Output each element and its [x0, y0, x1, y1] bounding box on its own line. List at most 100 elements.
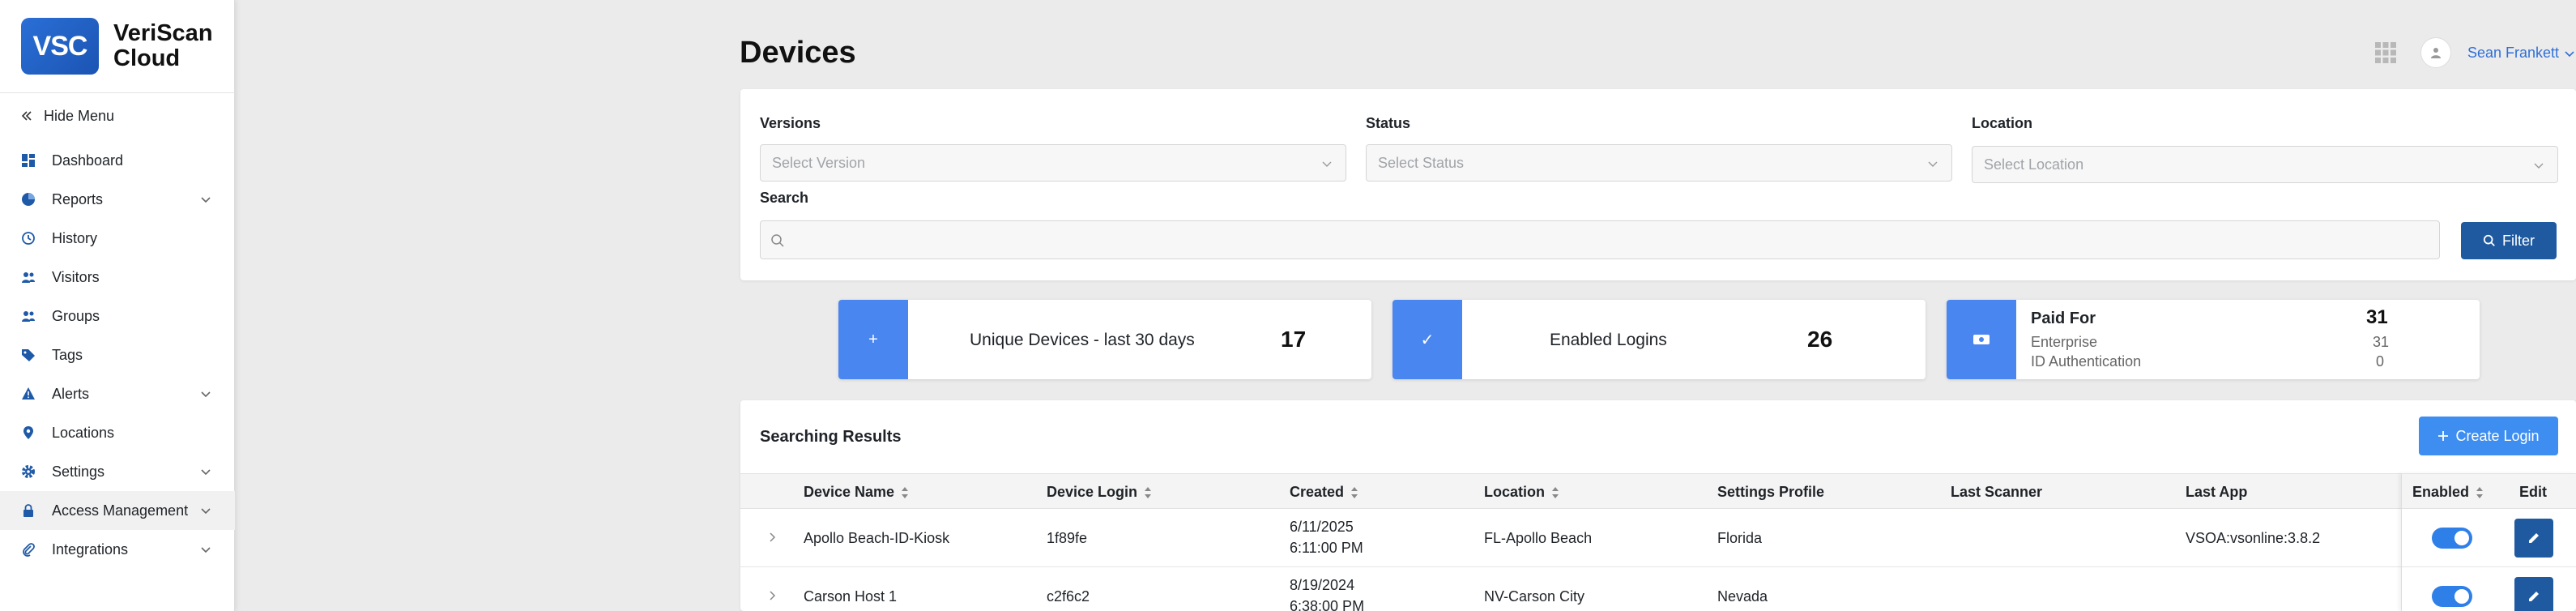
- column-location[interactable]: Location: [1484, 484, 1559, 501]
- sidebar-item-tags[interactable]: Tags: [0, 335, 235, 374]
- create-login-button[interactable]: Create Login: [2419, 417, 2558, 455]
- sidebar-item-history[interactable]: History: [0, 219, 235, 258]
- chevron-down-icon: [201, 508, 211, 515]
- cell-created-date: 8/19/2024: [1290, 577, 1355, 593]
- results-title: Searching Results: [760, 428, 902, 446]
- column-label: Location: [1484, 484, 1545, 500]
- stat-card-enabled-logins: ✓ Enabled Logins 26: [1392, 300, 1926, 379]
- filter-panel: Versions Select Version Status Select St…: [740, 89, 2576, 280]
- stat-value: 31: [2366, 306, 2388, 328]
- cell-location: NV-Carson City: [1484, 588, 1585, 605]
- pie-chart-icon: [21, 192, 36, 207]
- sidebar-item-label: Access Management: [52, 502, 189, 519]
- filter-button[interactable]: Filter: [2461, 222, 2557, 259]
- cell-created-time: 6:11:00 PM: [1290, 540, 1363, 556]
- user-name: Sean Frankett: [2467, 45, 2560, 61]
- search-input[interactable]: [760, 220, 2440, 259]
- cell-last-app: VSOA:vsonline:3.8.2: [2186, 530, 2321, 546]
- cell-device-login: c2f6c2: [1047, 588, 1090, 605]
- search-icon: [771, 234, 784, 247]
- sort-icon: [1145, 486, 1152, 498]
- sidebar-item-label: Reports: [52, 190, 104, 207]
- sidebar-item-groups[interactable]: Groups: [0, 297, 235, 335]
- hide-menu-button[interactable]: Hide Menu: [21, 105, 114, 126]
- sidebar-item-label: Visitors: [52, 268, 100, 285]
- sidebar-item-label: Groups: [52, 307, 100, 324]
- users-icon: [21, 270, 36, 284]
- column-last-scanner: Last Scanner: [1951, 484, 2042, 501]
- plus-icon: [2438, 431, 2449, 441]
- double-chevron-left-icon: [21, 111, 32, 121]
- sidebar-item-dashboard[interactable]: Dashboard: [0, 141, 235, 180]
- sidebar-item-access-management[interactable]: Access Management: [0, 491, 235, 530]
- chevron-down-icon: [201, 391, 211, 398]
- table-row[interactable]: Carson Host 1 c2f6c2 8/19/2024 6:38:00 P…: [740, 567, 2576, 611]
- cell-settings-profile: Florida: [1717, 530, 1763, 546]
- sidebar-item-integrations[interactable]: Integrations: [0, 530, 235, 569]
- sidebar-item-label: Tags: [52, 346, 83, 363]
- cell-settings-profile: Nevada: [1717, 588, 1768, 605]
- sidebar-item-alerts[interactable]: Alerts: [0, 374, 235, 413]
- results-panel: Searching Results Create Login Device Na…: [740, 400, 2576, 611]
- stat-card-paid-for: Paid For 31 Enterprise 31 ID Authenticat…: [1947, 300, 2480, 379]
- versions-select[interactable]: Select Version: [760, 144, 1346, 182]
- cell-device-name: Apollo Beach-ID-Kiosk: [804, 530, 950, 546]
- sidebar-item-label: Settings: [52, 463, 105, 480]
- sidebar-item-label: Locations: [52, 424, 115, 441]
- sort-icon: [1552, 486, 1559, 498]
- dashboard-icon: [21, 153, 36, 168]
- stat-sub-label-enterprise: Enterprise: [2031, 334, 2098, 350]
- versions-label: Versions: [760, 115, 821, 131]
- sidebar-item-settings[interactable]: Settings: [0, 452, 235, 491]
- lock-icon: [21, 503, 36, 518]
- chevron-down-icon: [201, 197, 211, 203]
- users-icon: [21, 309, 36, 323]
- status-select[interactable]: Select Status: [1366, 144, 1952, 182]
- warning-icon: [21, 387, 36, 401]
- chevron-right-icon[interactable]: [766, 532, 778, 543]
- tag-icon: [21, 348, 36, 362]
- user-menu[interactable]: Sean Frankett: [2467, 45, 2575, 62]
- table-row[interactable]: Apollo Beach-ID-Kiosk 1f89fe 6/11/2025 6…: [740, 509, 2576, 567]
- plus-icon: +: [838, 300, 908, 379]
- cell-device-name: Carson Host 1: [804, 588, 898, 605]
- status-placeholder: Select Status: [1378, 154, 1465, 171]
- sidebar-item-label: Integrations: [52, 540, 129, 558]
- avatar[interactable]: [2420, 37, 2451, 68]
- page-title: Devices: [740, 36, 856, 70]
- chevron-right-icon[interactable]: [766, 590, 778, 601]
- chevron-down-icon: [201, 547, 211, 553]
- apps-grid-icon[interactable]: [2373, 41, 2398, 65]
- cell-device-login: 1f89fe: [1047, 530, 1088, 546]
- sort-icon: [902, 486, 909, 498]
- column-label: Device Login: [1047, 484, 1138, 500]
- sidebar-item-label: Alerts: [52, 385, 90, 402]
- column-label: Created: [1290, 484, 1345, 500]
- column-device-login[interactable]: Device Login: [1047, 484, 1152, 501]
- logo: VSC: [21, 18, 99, 75]
- sidebar-item-reports[interactable]: Reports: [0, 180, 235, 219]
- status-label: Status: [1366, 115, 1411, 131]
- location-pin-icon: [21, 425, 36, 440]
- chevron-down-icon: [2534, 163, 2544, 169]
- column-label: Device Name: [804, 484, 895, 500]
- cell-created-date: 6/11/2025: [1290, 519, 1354, 535]
- search-label: Search: [760, 190, 809, 206]
- column-device-name[interactable]: Device Name: [804, 484, 909, 501]
- money-icon: [1947, 300, 2016, 379]
- sidebar-item-visitors[interactable]: Visitors: [0, 258, 235, 297]
- stat-label: Enabled Logins: [1550, 331, 1667, 349]
- column-created[interactable]: Created: [1290, 484, 1358, 501]
- chevron-down-icon: [201, 469, 211, 476]
- user-icon: [2431, 48, 2441, 58]
- stat-sub-value-enterprise: 31: [2373, 334, 2390, 350]
- sidebar-item-locations[interactable]: Locations: [0, 413, 235, 452]
- search-icon: [2483, 234, 2495, 246]
- column-label: Last Scanner: [1951, 484, 2043, 500]
- hide-menu-label: Hide Menu: [44, 107, 115, 124]
- paperclip-icon: [21, 542, 36, 557]
- chevron-down-icon: [1322, 161, 1332, 167]
- sidebar: VSC VeriScan Cloud Hide Menu Dashboard R…: [0, 0, 235, 611]
- brand-name-line1: VeriScan: [113, 20, 213, 46]
- location-select[interactable]: Select Location: [1972, 146, 2558, 183]
